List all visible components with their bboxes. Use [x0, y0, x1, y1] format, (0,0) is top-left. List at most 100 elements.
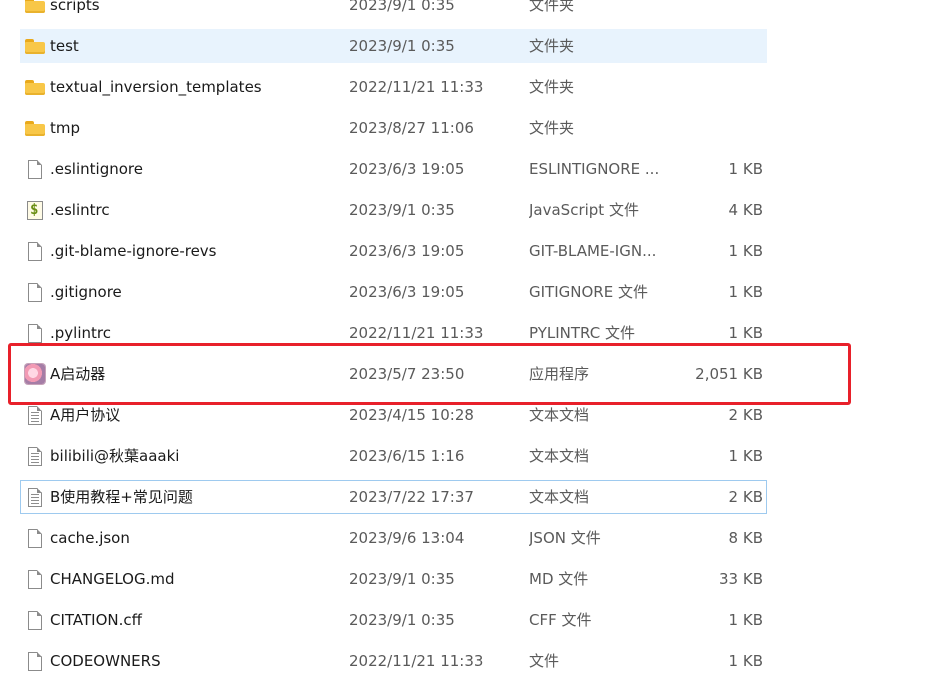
file-size: 1 KB	[728, 652, 763, 670]
file-type: GITIGNORE 文件	[529, 283, 648, 301]
blank-file-icon	[24, 235, 46, 267]
file-type: 文件夹	[529, 37, 575, 55]
file-date-modified: 2023/9/6 13:04	[349, 529, 465, 547]
file-name: CITATION.cff	[50, 611, 142, 629]
file-date-modified: 2023/6/15 1:16	[349, 447, 465, 465]
file-name: A用户协议	[50, 406, 121, 424]
file-row[interactable]: CITATION.cff 2023/9/1 0:35 CFF 文件 1 KB	[20, 603, 767, 637]
file-size: 4 KB	[728, 201, 763, 219]
file-size: 2 KB	[728, 406, 763, 424]
file-type: 文件夹	[529, 119, 575, 137]
file-row[interactable]: tmp 2023/8/27 11:06 文件夹	[20, 111, 767, 145]
file-date-modified: 2022/11/21 11:33	[349, 324, 484, 342]
file-size: 8 KB	[728, 529, 763, 547]
text-file-icon	[24, 481, 46, 513]
file-type: GIT-BLAME-IGN...	[529, 242, 657, 260]
blank-file-icon	[24, 317, 46, 349]
file-size	[661, 112, 763, 144]
file-name: .git-blame-ignore-revs	[50, 242, 217, 260]
file-row[interactable]: CODEOWNERS 2022/11/21 11:33 文件 1 KB	[20, 644, 767, 678]
file-type: 应用程序	[529, 365, 590, 383]
file-type: PYLINTRC 文件	[529, 324, 635, 342]
file-name: test	[50, 37, 79, 55]
file-name: scripts	[50, 0, 100, 14]
file-size: 1 KB	[728, 611, 763, 629]
file-date-modified: 2022/11/21 11:33	[349, 78, 484, 96]
file-type: 文本文档	[529, 447, 590, 465]
file-date-modified: 2023/9/1 0:35	[349, 611, 455, 629]
file-date-modified: 2023/6/3 19:05	[349, 283, 465, 301]
file-name: CODEOWNERS	[50, 652, 161, 670]
file-type: 文件夹	[529, 0, 575, 14]
file-type: 文件夹	[529, 78, 575, 96]
file-type: 文件	[529, 652, 560, 670]
file-row[interactable]: cache.json 2023/9/6 13:04 JSON 文件 8 KB	[20, 521, 767, 555]
file-date-modified: 2023/5/7 23:50	[349, 365, 465, 383]
file-size: 1 KB	[728, 324, 763, 342]
file-type: ESLINTIGNORE ...	[529, 160, 660, 178]
file-name: .eslintrc	[50, 201, 110, 219]
blank-file-icon	[24, 563, 46, 595]
file-name: .gitignore	[50, 283, 122, 301]
file-size: 1 KB	[728, 160, 763, 178]
file-row[interactable]: .gitignore 2023/6/3 19:05 GITIGNORE 文件 1 KB	[20, 275, 767, 309]
file-row[interactable]: A启动器 2023/5/7 23:50 应用程序 2,051 KB	[20, 357, 767, 391]
file-date-modified: 2023/9/1 0:35	[349, 0, 455, 14]
blank-file-icon	[24, 604, 46, 636]
file-size: 33 KB	[719, 570, 763, 588]
file-date-modified: 2023/6/3 19:05	[349, 160, 465, 178]
file-date-modified: 2022/11/21 11:33	[349, 652, 484, 670]
file-type: CFF 文件	[529, 611, 592, 629]
text-file-icon	[24, 440, 46, 472]
file-row[interactable]: textual_inversion_templates 2022/11/21 11…	[20, 70, 767, 104]
file-date-modified: 2023/9/1 0:35	[349, 570, 455, 588]
file-size: 1 KB	[728, 242, 763, 260]
file-row[interactable]: .eslintignore 2023/6/3 19:05 ESLINTIGNORE …	[20, 152, 767, 186]
blank-file-icon	[24, 522, 46, 554]
file-row[interactable]: CHANGELOG.md 2023/9/1 0:35 MD 文件 33 KB	[20, 562, 767, 596]
blank-file-icon	[24, 153, 46, 185]
file-name: A启动器	[50, 365, 106, 383]
folder-icon	[24, 71, 46, 103]
file-name: .pylintrc	[50, 324, 111, 342]
file-type: JSON 文件	[529, 529, 601, 547]
file-name: bilibili@秋葉aaaki	[50, 447, 180, 465]
file-name: tmp	[50, 119, 81, 137]
file-row[interactable]: test 2023/9/1 0:35 文件夹	[20, 29, 767, 63]
folder-icon	[24, 30, 46, 62]
file-size	[661, 71, 763, 103]
file-name: B使用教程+常见问题	[50, 488, 193, 506]
file-date-modified: 2023/9/1 0:35	[349, 37, 455, 55]
file-type: 文本文档	[529, 406, 590, 424]
text-file-icon	[24, 399, 46, 431]
file-row[interactable]: .pylintrc 2022/11/21 11:33 PYLINTRC 文件 1 KB	[20, 316, 767, 350]
file-date-modified: 2023/6/3 19:05	[349, 242, 465, 260]
file-size: 1 KB	[728, 447, 763, 465]
file-type: JavaScript 文件	[529, 201, 639, 219]
file-type: 文本文档	[529, 488, 590, 506]
file-row[interactable]: scripts 2023/9/1 0:35 文件夹	[20, 0, 767, 22]
file-size	[661, 0, 763, 21]
app-icon	[24, 358, 46, 390]
file-date-modified: 2023/9/1 0:35	[349, 201, 455, 219]
file-date-modified: 2023/7/22 17:37	[349, 488, 474, 506]
file-size: 2 KB	[728, 488, 763, 506]
file-name: cache.json	[50, 529, 130, 547]
file-row[interactable]: B使用教程+常见问题 2023/7/22 17:37 文本文档 2 KB	[20, 480, 767, 514]
file-date-modified: 2023/4/15 10:28	[349, 406, 474, 424]
blank-file-icon	[24, 276, 46, 308]
file-name: .eslintignore	[50, 160, 143, 178]
file-row[interactable]: .git-blame-ignore-revs 2023/6/3 19:05 GIT-…	[20, 234, 767, 268]
file-row[interactable]: A用户协议 2023/4/15 10:28 文本文档 2 KB	[20, 398, 767, 432]
blank-file-icon	[24, 645, 46, 677]
file-row[interactable]: bilibili@秋葉aaaki 2023/6/15 1:16 文本文档 1 KB	[20, 439, 767, 473]
file-size: 2,051 KB	[695, 365, 763, 383]
file-date-modified: 2023/8/27 11:06	[349, 119, 474, 137]
script-file-icon	[24, 194, 46, 226]
file-size: 1 KB	[728, 283, 763, 301]
file-type: MD 文件	[529, 570, 589, 588]
file-name: textual_inversion_templates	[50, 78, 262, 96]
folder-icon	[24, 112, 46, 144]
file-name: CHANGELOG.md	[50, 570, 175, 588]
file-row[interactable]: .eslintrc 2023/9/1 0:35 JavaScript 文件 4 KB	[20, 193, 767, 227]
